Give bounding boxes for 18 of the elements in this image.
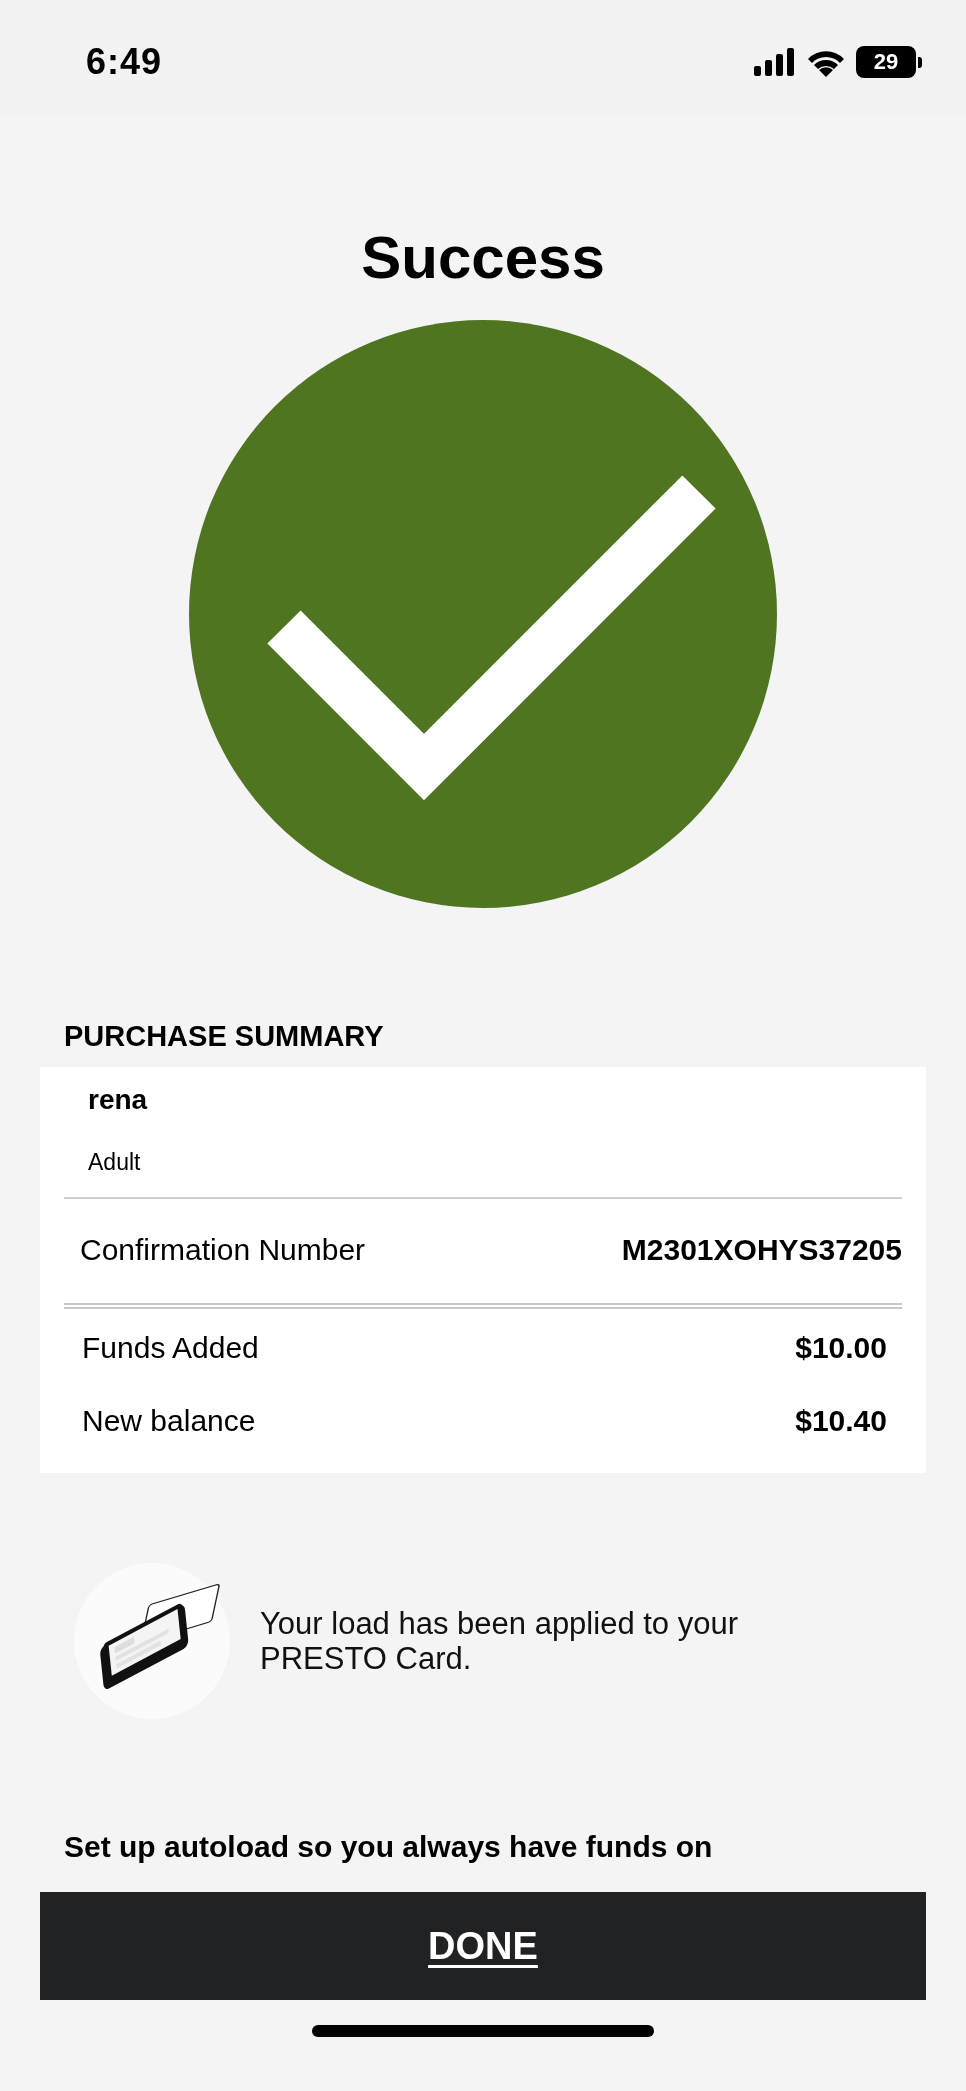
- row-value: $10.00: [795, 1330, 887, 1366]
- battery-indicator: 29: [856, 46, 922, 78]
- fare-type: Adult: [88, 1148, 141, 1177]
- cardholder-name: rena: [88, 1083, 148, 1117]
- section-heading: PURCHASE SUMMARY: [64, 1019, 384, 1054]
- autoload-text: Set up autoload so you always have funds on: [64, 1829, 713, 1865]
- signal-icon: [754, 48, 796, 76]
- row-value: $10.40: [795, 1403, 887, 1439]
- row-label: Confirmation Number: [80, 1232, 366, 1268]
- row-label: Funds Added: [82, 1330, 259, 1366]
- confirmation-number: M2301XOHYS37205: [621, 1232, 902, 1268]
- phone-card-icon: [74, 1563, 230, 1719]
- status-time: 6:49: [86, 40, 163, 84]
- page-title: Success: [361, 223, 605, 293]
- row-label: New balance: [82, 1403, 256, 1439]
- notice-text: Your load has been applied to your PRESTO Card.: [260, 1606, 739, 1676]
- checkmark-icon: [189, 320, 777, 908]
- done-button[interactable]: DONE: [40, 1892, 926, 2000]
